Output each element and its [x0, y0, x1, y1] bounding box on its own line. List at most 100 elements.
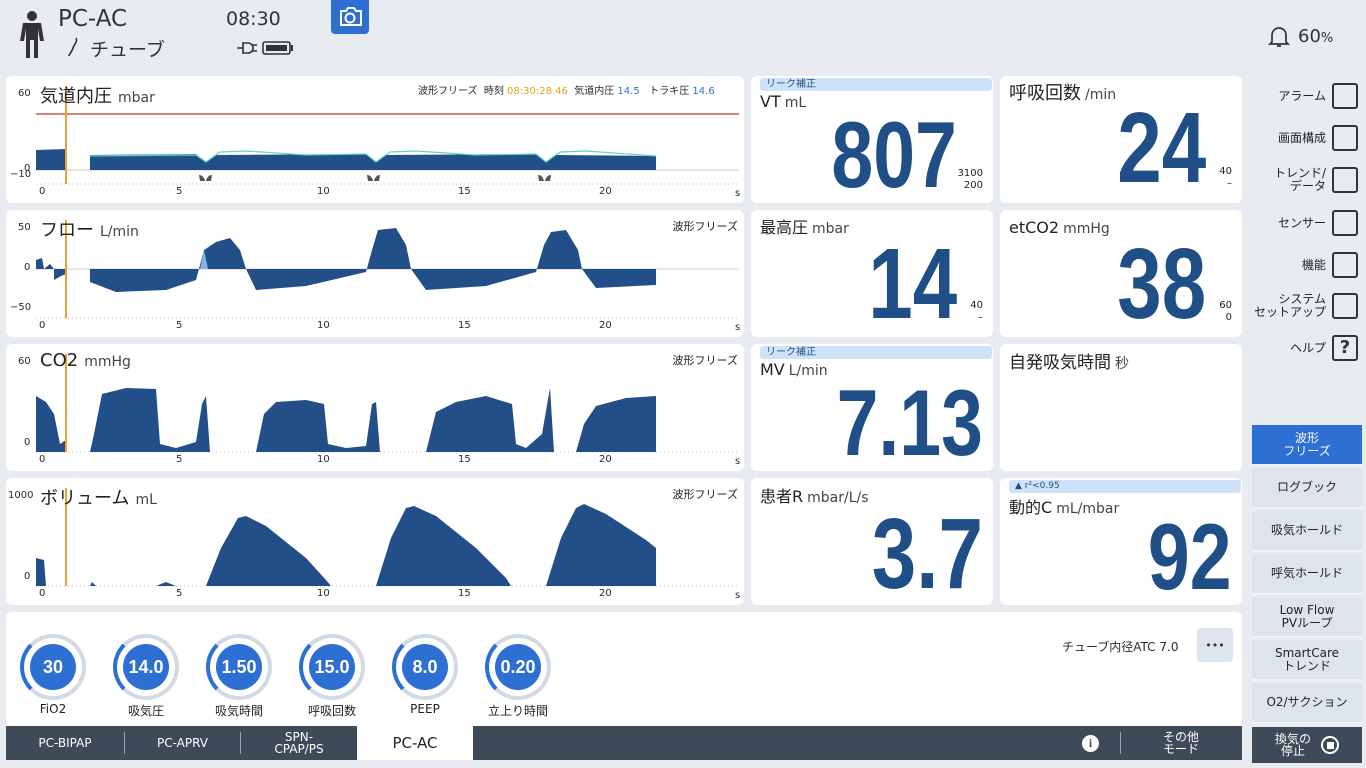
airway-type: チューブ — [90, 39, 165, 61]
mode-tab-spn-cpap-ps[interactable]: SPN- CPAP/PS — [241, 726, 357, 760]
side-button-4[interactable]: Low Flow PVループ — [1252, 597, 1362, 638]
side-button-6[interactable]: O2/サクション — [1252, 683, 1362, 724]
param-name: 動的C — [1009, 498, 1053, 517]
knob-value: 0.20 — [495, 644, 541, 690]
stop-ventilation-button[interactable]: 換気の 停止 — [1252, 727, 1362, 763]
menu-label: 画面構成 — [1277, 130, 1326, 145]
waveform-unit: mmHg — [84, 354, 131, 370]
y-zero-label: 0 — [24, 262, 31, 273]
limit-high: 3100 — [957, 168, 983, 179]
knob-ring: 1.50 — [206, 634, 272, 700]
waveform-unit: mL — [135, 492, 157, 508]
param-label: MV L/min — [760, 360, 828, 379]
setting-knob[interactable]: 15.0 呼吸回数 — [297, 634, 367, 719]
power-plug-icon — [237, 42, 257, 54]
waveform-co2[interactable]: 60 0 CO2 mmHg 波形フリーズ 0 5 10 15 20 s — [6, 344, 744, 471]
param-label: etCO2 mmHg — [1009, 218, 1110, 237]
camera-icon — [340, 7, 362, 26]
knob-value: 8.0 — [402, 644, 448, 690]
patient-icon[interactable] — [18, 10, 46, 58]
x-unit-label: s — [735, 322, 741, 333]
setting-knob[interactable]: 0.20 立上り時間 — [483, 634, 553, 719]
param-label: 動的C mL/mbar — [1009, 494, 1119, 518]
param-label: 最高圧 mbar — [760, 214, 849, 238]
value-pmax[interactable]: 最高圧 mbar 14 40– — [751, 210, 993, 337]
value-vt[interactable]: リーク補正 VT mL 807 3100 200 — [751, 76, 993, 203]
other-modes-button[interactable]: その他 モード — [1122, 726, 1240, 760]
leak-compensation-badge: リーク補正 — [760, 346, 992, 359]
param-label: 患者R mbar/L/s — [760, 483, 869, 507]
time-value: 08:30:28.46 — [507, 86, 568, 97]
value-spont-ti[interactable]: 自発吸気時間秒 — [1000, 344, 1242, 471]
waveform-title-text: フロー — [40, 220, 94, 241]
side-button-3[interactable]: 呼気ホールド — [1252, 554, 1362, 595]
param-unit: L/min — [788, 363, 828, 379]
value-rpat[interactable]: 患者R mbar/L/s 3.7 — [751, 478, 993, 605]
param-unit: 秒 — [1115, 356, 1129, 372]
limit-high: 40 — [970, 300, 983, 311]
setting-knob[interactable]: 8.0 PEEP — [390, 634, 460, 716]
param-unit: mbar — [812, 221, 849, 237]
menu-system[interactable]: システム セットアップ — [1252, 286, 1362, 326]
mode-bar: PC-BIPAP PC-APRV SPN- CPAP/PS PC-AC i その… — [6, 726, 1242, 760]
y-max-label: 50 — [18, 222, 31, 233]
knob-label: 呼吸回数 — [307, 704, 356, 718]
freeze-label: 波形フリーズ — [418, 86, 478, 97]
menu-help[interactable]: ヘルプ? — [1252, 328, 1362, 368]
setting-knob[interactable]: 1.50 吸気時間 — [204, 634, 274, 719]
x-tick-label: 15 — [458, 588, 471, 599]
bell-icon[interactable] — [1266, 23, 1292, 49]
param-name: MV — [760, 360, 785, 379]
screenshot-button[interactable] — [331, 0, 369, 34]
param-name: 患者R — [760, 487, 804, 506]
clock: 08:30 — [226, 8, 281, 30]
knob-label: 立上り時間 — [487, 704, 548, 718]
stop-icon — [1321, 736, 1339, 754]
freeze-label: 波形フリーズ — [672, 488, 738, 501]
alarm-volume-unit: % — [1320, 31, 1334, 46]
menu-sensor[interactable]: センサー — [1252, 203, 1362, 243]
warning-badge: ▲ r²<0.95 — [1009, 480, 1241, 493]
y-min-label: −10 — [10, 169, 32, 180]
setting-knob[interactable]: 14.0 吸気圧 — [111, 634, 181, 719]
waveform-flow[interactable]: 50 0 −50 フロー L/min 波形フリーズ 0 5 10 15 20 s — [6, 210, 744, 337]
menu-layout[interactable]: 画面構成 — [1252, 118, 1362, 158]
limit-low: 0 — [1225, 312, 1232, 323]
menu-trend[interactable]: トレンド/ データ — [1252, 160, 1362, 200]
ventilation-mode-title: PC-AC — [58, 6, 128, 32]
setting-knob[interactable]: 30 FiO2 — [18, 634, 88, 716]
menu-label: センサー — [1277, 215, 1326, 230]
x-tick-label: 15 — [458, 454, 471, 465]
mode-tab-pc-ac[interactable]: PC-AC — [357, 726, 473, 760]
waveform-title: ボリューム mL — [40, 484, 157, 510]
value-etco2[interactable]: etCO2 mmHg 38 60 0 — [1000, 210, 1242, 337]
menu-alarm[interactable]: アラーム — [1252, 76, 1362, 116]
side-button-2[interactable]: 吸気ホールド — [1252, 511, 1362, 552]
side-button-0[interactable]: 波形 フリーズ — [1252, 425, 1362, 466]
side-button-5[interactable]: SmartCare トレンド — [1252, 640, 1362, 681]
param-value: 92 — [1148, 504, 1232, 609]
param-name: VT — [760, 92, 781, 111]
x-tick-label: 20 — [599, 588, 612, 599]
value-cdyn[interactable]: ▲ r²<0.95 動的C mL/mbar 92 — [1000, 478, 1242, 605]
more-options-button[interactable]: ••• — [1197, 628, 1233, 662]
menu-label: 機能 — [1301, 257, 1326, 272]
param-label: 自発吸気時間秒 — [1009, 348, 1129, 373]
value-rr[interactable]: 呼吸回数/min 24 40– — [1000, 76, 1242, 203]
battery-icon — [262, 41, 293, 55]
tube-atc-label[interactable]: チューブ内径ATC 7.0 — [1062, 638, 1178, 655]
menu-function[interactable]: 機能 — [1252, 245, 1362, 285]
value-mv[interactable]: リーク補正 MV L/min 7.13 — [751, 344, 993, 471]
x-tick-label: 20 — [599, 320, 612, 331]
alarm-volume[interactable]: 60% — [1298, 26, 1333, 47]
mode-tab-pc-bipap[interactable]: PC-BIPAP — [6, 726, 124, 760]
x-tick-label: 0 — [39, 186, 46, 197]
time-label: 時刻 — [483, 86, 504, 97]
waveform-pressure[interactable]: 60 0 −10 気道内圧 mbar 波形フリーズ 時刻 08:30:28.46 … — [6, 76, 744, 203]
waveform-title: フロー L/min — [40, 216, 139, 242]
waveform-volume[interactable]: 1000 0 ボリューム mL 波形フリーズ 0 5 10 15 20 s — [6, 478, 744, 605]
side-button-1[interactable]: ログブック — [1252, 468, 1362, 509]
divider — [1120, 732, 1121, 754]
info-icon[interactable]: i — [1082, 735, 1099, 752]
mode-tab-pc-aprv[interactable]: PC-APRV — [125, 726, 240, 760]
